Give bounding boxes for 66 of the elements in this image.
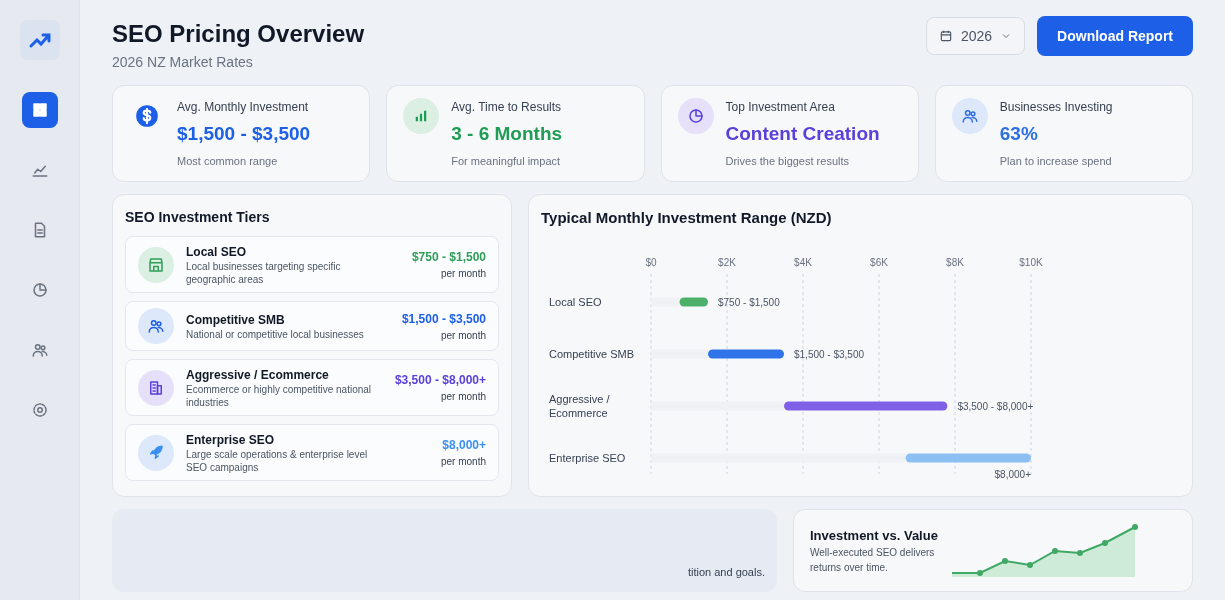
range-value-label: $750 - $1,500 [718,296,780,308]
axis-tick-label: $2K [718,256,736,268]
stat-note: Plan to increase spend [999,153,1113,169]
tier-description: Ecommerce or highly competitive national industries [186,384,373,409]
stat-value: $1,500 - $3,500 [177,122,311,146]
calendar-icon [938,29,953,43]
users-icon [30,341,49,359]
info-text: tition and goals. [687,564,765,580]
category-label: Competitive SMB [549,347,634,360]
tier-period: per month [440,328,486,343]
settings-icon [30,401,49,419]
stat-label: Avg. Time to Results [451,99,563,116]
stat-note: Most common range [177,153,279,169]
tier-price: $1,500 - $3,500 [401,310,486,328]
range-value-label: $3,500 - $8,000+ [957,400,1034,412]
tier-period: per month [440,267,486,281]
tier-name: Enterprise SEO [186,432,276,449]
sidebar-nav-button[interactable] [21,92,58,128]
tier-name: Local SEO [186,244,248,261]
stat-label: Top Investment Area [725,99,836,116]
axis-tick-label: $6K [870,256,888,268]
card-text: Well-executed SEO delivers [810,546,936,560]
card-title: Investment vs. Value [810,526,938,545]
stat-note: Drives the biggest results [725,153,850,169]
tier-price: $750 - $1,500 [411,249,486,266]
card-text: returns over time. [810,561,889,575]
pie-chart-icon [30,281,49,299]
tier-period: per month [440,455,486,469]
stat-note: For meaningful impact [451,153,562,169]
dashboard-icon [30,101,49,119]
range-value-label: $1,500 - $3,500 [794,348,865,360]
building-icon [147,378,165,397]
range-value-label: $8,000+ [994,468,1031,480]
pie-chart-icon [686,107,705,125]
tier-description: National or competitive local businesses [186,328,365,342]
category-label: Enterprise SEO [549,451,626,464]
category-label: Local SEO [549,295,602,308]
users-icon [147,317,165,335]
tier-price: $3,500 - $8,000+ [394,372,486,389]
users-icon [960,107,979,125]
category-label: Aggressive / Ecommerce [549,392,610,419]
chart-title: Typical Monthly Investment Range (NZD) [541,208,833,228]
stat-value: 63% [999,122,1039,146]
stat-value: 3 - 6 Months [451,122,563,146]
tier-name: Aggressive / Ecommerce [186,367,330,384]
stat-label: Businesses Investing [999,99,1113,116]
tier-period: per month [440,390,486,404]
tier-description: Large scale operations & enterprise level SEO campaigns [186,449,369,474]
stat-value: Content Creation [725,122,880,146]
axis-tick-label: $10K [1019,256,1043,268]
dollar-icon [134,103,160,129]
page-subtitle: 2026 NZ Market Rates [112,53,254,72]
tier-name: Competitive SMB [186,311,286,329]
axis-tick-label: $0 [645,256,657,268]
year-select[interactable]: 2026 [925,17,1026,55]
page-title: SEO Pricing Overview [112,19,365,49]
rocket-icon [147,443,165,462]
tier-price: $8,000+ [442,437,486,454]
download-report-button[interactable]: Download Report [1037,16,1193,56]
range-bar [679,297,708,306]
stat-label: Avg. Monthly Investment [177,99,310,116]
panel-title: SEO Investment Tiers [125,208,271,227]
store-icon [147,255,165,274]
axis-tick-label: $8K [946,256,964,268]
tier-description: Local businesses targeting specific geographic areas [186,261,342,286]
axis-tick-label: $4K [794,256,812,268]
